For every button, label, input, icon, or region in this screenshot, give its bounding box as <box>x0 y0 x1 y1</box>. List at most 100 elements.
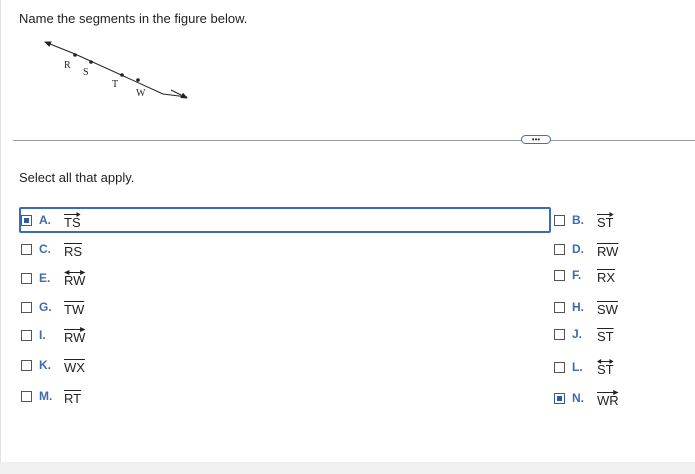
option-checkbox[interactable] <box>21 214 32 226</box>
option-i[interactable]: I. RW <box>21 322 86 348</box>
line-symbol-icon <box>64 269 86 275</box>
point-w-dot <box>136 78 140 82</box>
option-h[interactable]: H. SW <box>554 294 618 320</box>
option-label: WR <box>597 392 619 408</box>
expand-more-button[interactable]: ••• <box>521 135 551 144</box>
option-a[interactable]: A. TS <box>19 207 551 233</box>
option-notation: WR <box>597 389 619 408</box>
option-notation: TW <box>64 298 85 317</box>
option-notation: SW <box>597 298 618 317</box>
segment-symbol-icon <box>64 388 82 393</box>
option-letter: B. <box>572 213 584 227</box>
option-checkbox[interactable] <box>554 392 565 404</box>
point-t-label: T <box>112 79 118 90</box>
option-label: ST <box>597 361 614 377</box>
option-e[interactable]: E. RW <box>21 265 86 291</box>
option-letter: L. <box>572 360 583 374</box>
option-checkbox[interactable] <box>21 390 32 402</box>
option-notation: RW <box>64 269 86 288</box>
point-s-label: S <box>83 67 89 78</box>
option-c[interactable]: C. RS <box>21 236 83 262</box>
option-letter: J. <box>572 327 583 341</box>
segment-symbol-icon <box>597 267 616 272</box>
option-checkbox[interactable] <box>21 243 32 255</box>
option-notation: WX <box>64 356 85 375</box>
ray-symbol-icon <box>64 326 86 332</box>
ray-symbol-icon <box>64 211 81 217</box>
option-g[interactable]: G. TW <box>21 294 85 320</box>
option-checkbox[interactable] <box>21 359 32 371</box>
option-checkbox[interactable] <box>554 269 565 281</box>
segment-symbol-icon <box>64 357 85 362</box>
option-checkbox[interactable] <box>21 329 32 341</box>
point-w-label: W <box>136 88 146 99</box>
option-letter: N. <box>572 391 584 405</box>
option-b[interactable]: B. ST <box>554 207 614 233</box>
segment-symbol-icon <box>597 241 619 246</box>
option-checkbox[interactable] <box>554 328 565 340</box>
option-label: SW <box>597 301 618 317</box>
option-checkbox[interactable] <box>554 361 565 373</box>
option-letter: C. <box>39 242 51 256</box>
option-label: RW <box>597 243 619 259</box>
option-checkbox[interactable] <box>554 243 565 255</box>
option-label: RT <box>64 390 82 406</box>
option-notation: RX <box>597 266 616 285</box>
option-m[interactable]: M. RT <box>21 383 82 409</box>
option-l[interactable]: L. ST <box>554 354 614 380</box>
option-label: RW <box>64 272 86 288</box>
segment-symbol-icon <box>597 326 614 331</box>
option-checkbox[interactable] <box>21 272 32 284</box>
option-notation: ST <box>597 211 614 230</box>
option-notation: TS <box>64 211 81 230</box>
option-letter: F. <box>572 268 582 282</box>
segment-symbol-icon <box>64 299 85 304</box>
option-label: RW <box>64 329 86 345</box>
option-n[interactable]: N. WR <box>554 385 619 411</box>
question-prompt: Name the segments in the figure below. <box>19 11 248 26</box>
ray-symbol-icon <box>597 389 619 395</box>
option-f[interactable]: F. RX <box>554 262 616 288</box>
point-r-dot <box>73 53 77 57</box>
segment-symbol-icon <box>64 241 83 246</box>
question-panel: Name the segments in the figure below. R… <box>0 0 695 462</box>
option-label: RS <box>64 243 83 259</box>
option-label: WX <box>64 359 85 375</box>
option-letter: M. <box>39 389 53 403</box>
option-notation: RS <box>64 240 83 259</box>
option-label: TS <box>64 214 81 230</box>
section-divider <box>13 140 695 141</box>
option-letter: G. <box>39 300 52 314</box>
option-checkbox[interactable] <box>554 301 565 313</box>
option-j[interactable]: J. ST <box>554 321 614 347</box>
option-letter: A. <box>39 213 51 227</box>
option-notation: RW <box>597 240 619 259</box>
option-k[interactable]: K. WX <box>21 352 85 378</box>
option-letter: H. <box>572 300 584 314</box>
option-letter: D. <box>572 242 584 256</box>
line-symbol-icon <box>597 358 614 364</box>
option-notation: ST <box>597 358 614 377</box>
option-label: TW <box>64 301 85 317</box>
option-label: ST <box>597 214 614 230</box>
segment-symbol-icon <box>597 299 618 304</box>
option-letter: E. <box>39 271 51 285</box>
option-notation: RW <box>64 326 86 345</box>
instruction-text: Select all that apply. <box>19 170 135 185</box>
point-s-dot <box>89 60 93 64</box>
figure-arrow-left <box>44 41 76 55</box>
point-t-dot <box>120 73 124 77</box>
option-notation: ST <box>597 325 614 344</box>
option-notation: RT <box>64 387 82 406</box>
option-checkbox[interactable] <box>554 214 565 226</box>
option-letter: K. <box>39 358 51 372</box>
line-figure: R S T W <box>44 41 188 99</box>
option-checkbox[interactable] <box>21 301 32 313</box>
option-d[interactable]: D. RW <box>554 236 619 262</box>
figure-arrow-right-tip <box>170 89 188 99</box>
option-label: RX <box>597 269 616 285</box>
option-letter: I. <box>39 328 46 342</box>
option-label: ST <box>597 328 614 344</box>
ray-symbol-icon <box>597 211 614 217</box>
point-r-label: R <box>64 60 71 71</box>
